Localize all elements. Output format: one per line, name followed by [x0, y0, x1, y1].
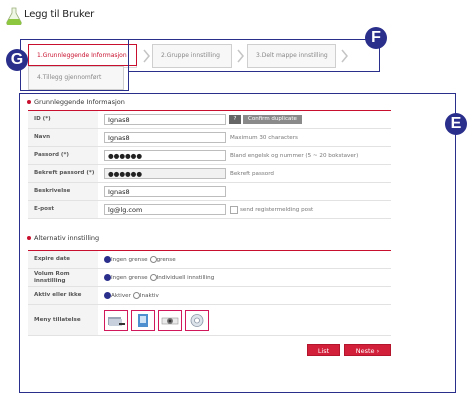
- form-row-volume: Volum Rom innstilling Ingen grense Indivi…: [28, 268, 391, 287]
- annotation-badge-e: E: [445, 113, 467, 135]
- volume-unlimited-radio[interactable]: [104, 274, 111, 281]
- confirm-password-hint: Bekreft passord: [230, 170, 274, 177]
- volume-label: Volum Rom innstilling: [28, 268, 98, 287]
- expire-unlimited-radio[interactable]: [104, 256, 111, 263]
- annotation-badge-f: F: [365, 27, 387, 49]
- name-input[interactable]: Ignas8: [104, 132, 226, 143]
- radio-label: Inaktiv: [139, 292, 159, 299]
- form-row-menu: Meny tillatelse: [28, 304, 391, 336]
- form-row-active: Aktiv eller ikke Aktiver Inaktiv: [28, 286, 391, 305]
- expire-limited-radio[interactable]: [149, 256, 157, 263]
- form-row-id: ID (*) Ignas8? Confirm duplicate: [28, 111, 391, 129]
- name-hint: Maximum 30 characters: [230, 134, 298, 141]
- form-row-password: Passord (*) ●●●●●● Bland engelsk og numme…: [28, 146, 391, 165]
- id-input[interactable]: Ignas8: [104, 114, 226, 125]
- description-label: Beskrivelse: [28, 182, 98, 201]
- inactive-radio[interactable]: [132, 292, 140, 299]
- radio-label: Ingen grense: [111, 256, 148, 263]
- form-row-description: Beskrivelse Ignas8: [28, 182, 391, 201]
- email-label: E-post: [28, 200, 98, 219]
- radio-label: grense: [156, 256, 176, 263]
- confirm-password-label: Bekreft passord (*): [28, 164, 98, 183]
- password-label: Passord (*): [28, 146, 98, 165]
- section-title-alt: Alternativ innstilling: [27, 234, 99, 242]
- menu-label: Meny tillatelse: [28, 304, 98, 336]
- bullet-icon: [27, 100, 31, 104]
- section-title-text: Alternativ innstilling: [34, 234, 100, 242]
- form-row-confirm-password: Bekreft passord (*) ●●●●●● Bekreft passor…: [28, 164, 391, 183]
- annotation-frame-f: [128, 39, 380, 72]
- folder-icon[interactable]: [104, 309, 128, 331]
- radio-label: Individuell innstilling: [156, 274, 215, 281]
- password-input[interactable]: ●●●●●●: [104, 150, 226, 161]
- flask-icon: [6, 7, 22, 26]
- confirm-password-input[interactable]: ●●●●●●: [104, 168, 226, 179]
- page-title: Legg til Bruker: [24, 9, 95, 20]
- camera-icon[interactable]: [158, 309, 182, 331]
- next-button[interactable]: Neste ›: [344, 344, 391, 356]
- phone-icon[interactable]: [131, 309, 155, 331]
- password-hint: Bland engelsk og nummer (5 ~ 20 bokstave…: [230, 152, 359, 159]
- active-label: Aktiv eller ikke: [28, 286, 98, 305]
- form-row-email: E-post lg@lg.com send registermelding pos…: [28, 200, 391, 219]
- radio-label: Aktiver: [111, 292, 131, 299]
- active-radio[interactable]: [104, 292, 111, 299]
- annotation-badge-g: G: [6, 49, 28, 71]
- id-label: ID (*): [28, 111, 98, 129]
- list-button[interactable]: List: [307, 344, 340, 356]
- radio-label: Ingen grense: [111, 274, 148, 281]
- section-title-text: Grunnleggende Informasjon: [34, 98, 125, 106]
- alt-settings-form: Expire date Ingen grense grense Volum Rom…: [28, 251, 391, 336]
- bullet-icon: [27, 236, 31, 240]
- name-label: Navn: [28, 128, 98, 147]
- description-input[interactable]: Ignas8: [104, 186, 226, 197]
- form-row-expire: Expire date Ingen grense grense: [28, 251, 391, 269]
- email-input[interactable]: lg@lg.com: [104, 204, 226, 215]
- form-row-name: Navn Ignas8 Maximum 30 characters: [28, 128, 391, 147]
- basic-info-form: ID (*) Ignas8? Confirm duplicate Navn Ign…: [28, 111, 391, 219]
- section-title-basic: Grunnleggende Informasjon: [27, 98, 125, 106]
- help-button[interactable]: ?: [229, 115, 241, 124]
- send-mail-checkbox[interactable]: [230, 205, 238, 214]
- expire-label: Expire date: [28, 251, 98, 269]
- volume-individual-radio[interactable]: [149, 274, 157, 281]
- confirm-duplicate-button[interactable]: Confirm duplicate: [243, 115, 302, 124]
- gear-icon[interactable]: [185, 309, 209, 331]
- send-mail-label: send registermelding post: [240, 206, 314, 213]
- annotation-frame-g: [20, 39, 129, 91]
